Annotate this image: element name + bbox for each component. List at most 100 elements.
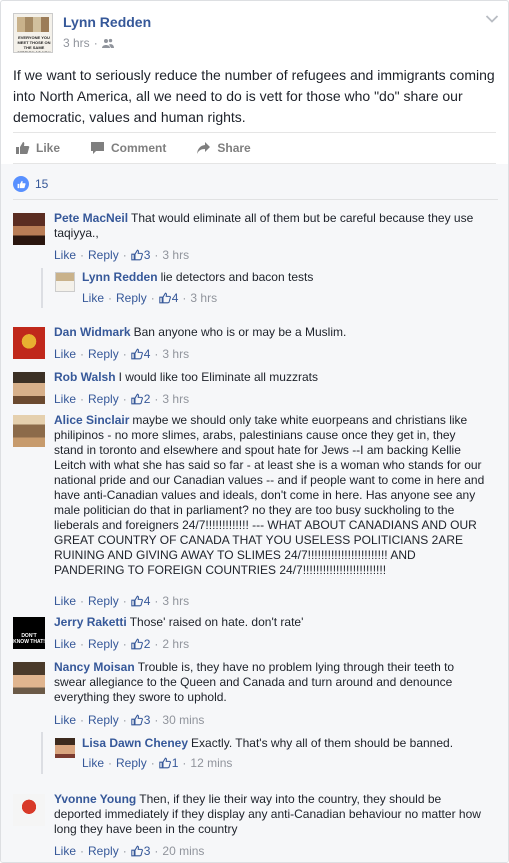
comment-actions: Like · Reply · 3 · 20 mins — [54, 844, 205, 858]
comment-like-count[interactable]: 3 — [144, 248, 151, 262]
avatar[interactable] — [13, 213, 45, 245]
comment-like-link[interactable]: Like — [82, 756, 104, 770]
comment-button[interactable]: Comment — [90, 141, 166, 155]
thumbs-up-icon — [16, 142, 30, 154]
comment-reply-link[interactable]: Reply — [88, 844, 119, 858]
post-actions-bar: Like Comment Share — [13, 132, 496, 164]
comment-timestamp[interactable]: 20 mins — [162, 844, 204, 858]
comment-author[interactable]: Yvonne Young — [54, 792, 136, 806]
comment-author[interactable]: Rob Walsh — [54, 370, 116, 384]
reply-thread-line — [41, 268, 43, 308]
comment-like-count[interactable]: 2 — [144, 392, 151, 406]
comment-text: lie detectors and bacon tests — [160, 270, 314, 284]
comment-like-link[interactable]: Like — [82, 291, 104, 305]
comment-text: Ban anyone who is or may be a Muslim. — [133, 325, 347, 339]
thumbs-up-icon — [130, 595, 143, 607]
comment-text: maybe we should only take white euorpean… — [54, 413, 485, 577]
comment-author[interactable]: Lisa Dawn Cheney — [82, 736, 188, 750]
comment-actions: Like · Reply · 4 · 3 hrs — [54, 594, 190, 608]
post-timestamp[interactable]: 3 hrs — [63, 36, 90, 50]
thumbs-up-icon — [130, 249, 143, 261]
thumbs-up-icon — [130, 714, 143, 726]
post-meta: 3 hrs · — [63, 36, 114, 50]
avatar[interactable] — [13, 372, 45, 404]
avatar[interactable] — [13, 415, 45, 447]
comment-author[interactable]: Dan Widmark — [54, 325, 131, 339]
comment-author[interactable]: Lynn Redden — [82, 270, 158, 284]
comment-actions: Like · Reply · 4 · 3 hrs — [54, 347, 190, 361]
comment-reply-link[interactable]: Reply — [88, 637, 119, 651]
post-text: If we want to seriously reduce the numbe… — [13, 67, 495, 125]
thumbs-up-icon — [130, 845, 143, 857]
comment-author[interactable]: Pete MacNeil — [54, 211, 128, 225]
comment-like-link[interactable]: Like — [54, 844, 76, 858]
share-icon — [197, 142, 211, 154]
comment-like-count[interactable]: 1 — [172, 756, 179, 770]
comment-like-link[interactable]: Like — [54, 713, 76, 727]
comment-actions: Like · Reply · 2 · 2 hrs — [54, 637, 190, 651]
facebook-post: EVERYONE YOU MEET THOSE ON THE SAME MISS… — [0, 0, 509, 863]
avatar[interactable] — [13, 794, 45, 826]
comment-like-count[interactable]: 4 — [144, 347, 151, 361]
like-button[interactable]: Like — [15, 141, 60, 155]
comment-like-link[interactable]: Like — [54, 637, 76, 651]
reply-thread-line — [41, 732, 43, 774]
comment-actions: Like · Reply · 1 · 12 mins — [82, 756, 233, 770]
avatar[interactable] — [55, 272, 75, 292]
comment-text: Those' raised on hate. don't rate' — [129, 615, 304, 629]
comment-like-count[interactable]: 4 — [144, 594, 151, 608]
comment-reply-link[interactable]: Reply — [88, 594, 119, 608]
author-avatar[interactable]: EVERYONE YOU MEET THOSE ON THE SAME MISS… — [13, 13, 53, 53]
comment-reply-link[interactable]: Reply — [116, 756, 147, 770]
comment-icon — [91, 142, 105, 154]
reactions-count: 15 — [35, 177, 49, 191]
comment-timestamp[interactable]: 3 hrs — [162, 392, 189, 406]
comment-reply-link[interactable]: Reply — [88, 347, 119, 361]
comments-area: 15 Pete MacNeil That would eliminate all … — [1, 164, 508, 862]
share-button-label: Share — [217, 141, 251, 155]
comment-like-count[interactable]: 3 — [144, 713, 151, 727]
comment-like-count[interactable]: 3 — [144, 844, 151, 858]
comment-like-count[interactable]: 2 — [144, 637, 151, 651]
comment-reply-link[interactable]: Reply — [88, 713, 119, 727]
comment-timestamp[interactable]: 2 hrs — [162, 637, 189, 651]
comment-reply-link[interactable]: Reply — [88, 248, 119, 262]
comment-like-link[interactable]: Like — [54, 347, 76, 361]
thumbs-up-icon — [158, 757, 171, 769]
comment-timestamp[interactable]: 3 hrs — [162, 594, 189, 608]
thumbs-up-icon — [130, 638, 143, 650]
chevron-down-icon[interactable] — [485, 14, 499, 24]
comment-actions: Like · Reply · 2 · 3 hrs — [54, 392, 190, 406]
comment-timestamp[interactable]: 3 hrs — [162, 347, 189, 361]
comment-like-link[interactable]: Like — [54, 248, 76, 262]
thumbs-up-icon — [158, 292, 171, 304]
comment-timestamp[interactable]: 30 mins — [162, 713, 204, 727]
comment-actions: Like · Reply · 3 · 3 hrs — [54, 248, 190, 262]
comment-timestamp[interactable]: 12 mins — [190, 756, 232, 770]
avatar[interactable] — [55, 738, 75, 758]
comment-author[interactable]: Alice Sinclair — [54, 413, 129, 427]
comment-text: Exactly. That's why all of them should b… — [191, 736, 454, 750]
comment-like-link[interactable]: Like — [54, 392, 76, 406]
avatar[interactable]: DON'T KNOW THAT! — [13, 617, 45, 649]
author-name[interactable]: Lynn Redden — [63, 14, 151, 30]
avatar[interactable] — [13, 327, 45, 359]
comment-timestamp[interactable]: 3 hrs — [190, 291, 217, 305]
comment-reply-link[interactable]: Reply — [116, 291, 147, 305]
comment-button-label: Comment — [111, 141, 167, 155]
comment-author[interactable]: Jerry Raketti — [54, 615, 127, 629]
avatar[interactable] — [13, 662, 45, 694]
comment-author[interactable]: Nancy Moisan — [54, 660, 135, 674]
like-button-label: Like — [36, 141, 61, 155]
avatar-caption: DON'T KNOW THAT! — [13, 633, 45, 645]
reactions-summary[interactable]: 15 — [13, 174, 48, 194]
thumbs-up-icon — [130, 348, 143, 360]
comment-timestamp[interactable]: 3 hrs — [162, 248, 189, 262]
comment-like-count[interactable]: 4 — [172, 291, 179, 305]
comment-reply-link[interactable]: Reply — [88, 392, 119, 406]
post-header: EVERYONE YOU MEET THOSE ON THE SAME MISS… — [1, 1, 508, 57]
comment-text: I would like too Eliminate all muzzrats — [118, 370, 318, 384]
comment-like-link[interactable]: Like — [54, 594, 76, 608]
share-button[interactable]: Share — [196, 141, 251, 155]
comment-actions: Like · Reply · 4 · 3 hrs — [82, 291, 218, 305]
